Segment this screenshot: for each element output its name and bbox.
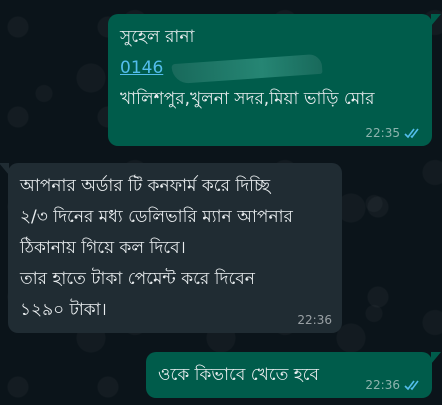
message-line: ২/৩ দিনের মধ্য ডেলিভারি ম্যান আপনার bbox=[20, 207, 293, 227]
message-meta: 22:36 bbox=[297, 313, 332, 327]
double-check-icon bbox=[404, 128, 419, 139]
message-line: আপনার অর্ডার টি কনফার্ম করে দিচ্ছি bbox=[20, 176, 271, 196]
bubble-tail bbox=[0, 163, 9, 175]
bubble-tail bbox=[431, 14, 441, 26]
message-meta: 22:36 bbox=[365, 378, 422, 392]
message-time: 22:36 bbox=[365, 378, 400, 392]
bubble-tail bbox=[431, 352, 441, 364]
message-bubble-outgoing[interactable]: সুহেল রানা 0146 খালিশপুর,খুলনা সদর,মিয়া… bbox=[108, 14, 441, 146]
message-line: তার হাতে টাকা পেমেন্ট করে দিবেন bbox=[20, 269, 255, 289]
redaction-scribble bbox=[171, 53, 323, 85]
address-text: খালিশপুর,খুলনা সদর,মিয়া ভাড়ি মোর bbox=[120, 89, 375, 109]
double-check-icon bbox=[404, 380, 419, 391]
message-time: 22:35 bbox=[365, 126, 400, 140]
message-bubble-outgoing[interactable]: ওকে কিভাবে খেতে হবে 22:36 bbox=[146, 352, 441, 398]
contact-name-text: সুহেল রানা bbox=[120, 27, 195, 47]
phone-number-link[interactable]: 0146 bbox=[120, 53, 163, 84]
message-meta: 22:35 bbox=[365, 126, 422, 140]
message-time: 22:36 bbox=[297, 313, 332, 327]
message-line: ১২৯০ টাকা। bbox=[20, 300, 107, 320]
message-bubble-incoming[interactable]: আপনার অর্ডার টি কনফার্ম করে দিচ্ছি ২/৩ দ… bbox=[0, 163, 342, 333]
message-line: ঠিকানায় গিয়ে কল দিবে। bbox=[20, 238, 186, 258]
